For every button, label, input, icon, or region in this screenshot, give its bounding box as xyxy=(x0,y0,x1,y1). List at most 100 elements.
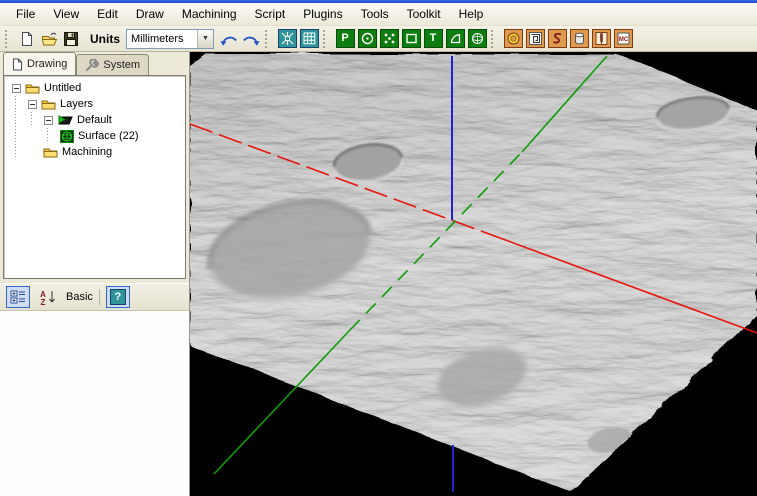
polyline-icon: P xyxy=(336,29,355,48)
main-toolbar: Units Millimeters ▼ xyxy=(0,26,757,52)
folder-icon xyxy=(25,82,40,94)
open-file-icon xyxy=(41,31,58,47)
rectangle-icon xyxy=(402,29,421,48)
properties-panel xyxy=(0,311,189,496)
cylinder-toolpath-button[interactable] xyxy=(568,28,590,50)
menu-view[interactable]: View xyxy=(44,4,88,24)
draw-arc-button[interactable] xyxy=(444,28,466,50)
main-area: Drawing System xyxy=(0,52,757,496)
tree-item-label: Untitled xyxy=(44,82,81,94)
mc-code-icon: MC xyxy=(614,29,633,48)
save-button[interactable] xyxy=(60,28,82,50)
units-label: Units xyxy=(90,32,120,46)
wrench-icon xyxy=(85,59,99,72)
collapse-icon[interactable] xyxy=(12,84,21,93)
menu-draw[interactable]: Draw xyxy=(127,4,173,24)
help-button[interactable]: ? xyxy=(106,286,130,308)
sort-alphabetical-button[interactable]: A Z xyxy=(36,286,60,308)
tab-system-label: System xyxy=(103,59,140,71)
surface-icon xyxy=(60,130,74,143)
sort-az-icon: A Z xyxy=(39,289,57,306)
menubar: File View Edit Draw Machining Script Plu… xyxy=(0,3,757,26)
circle-icon xyxy=(358,29,377,48)
toolbar-grip[interactable] xyxy=(323,30,330,48)
draw-points-button[interactable] xyxy=(378,28,400,50)
properties-toolbar: A Z Basic ? xyxy=(0,283,189,311)
redo-button[interactable] xyxy=(240,28,262,50)
undo-icon xyxy=(220,32,238,46)
tree-item-surface[interactable]: Surface (22) xyxy=(6,128,185,144)
spiral-pocket-button[interactable] xyxy=(524,28,546,50)
categorized-view-button[interactable] xyxy=(6,286,30,308)
tree-item-label: Layers xyxy=(60,98,93,110)
folder-icon xyxy=(43,146,58,158)
drawing-tree: Untitled Layers Default xyxy=(3,75,186,279)
mc-code-button[interactable]: MC xyxy=(612,28,634,50)
tree-item-default-layer[interactable]: Default xyxy=(6,112,185,128)
collapse-icon[interactable] xyxy=(28,100,37,109)
new-file-icon xyxy=(19,31,35,47)
draw-text-button[interactable]: T xyxy=(422,28,444,50)
arc-icon xyxy=(446,29,465,48)
tree-connector xyxy=(47,128,48,142)
tree-connector xyxy=(15,96,16,158)
tab-drawing[interactable]: Drawing xyxy=(3,52,76,75)
points-icon xyxy=(380,29,399,48)
toolbar-grip[interactable] xyxy=(265,30,272,48)
units-combobox[interactable]: Millimeters ▼ xyxy=(126,29,214,49)
tree-connector xyxy=(31,112,32,126)
redo-icon xyxy=(242,32,260,46)
tree-item-untitled[interactable]: Untitled xyxy=(6,80,185,96)
toolbar-grip[interactable] xyxy=(491,30,498,48)
svg-text:Z: Z xyxy=(41,298,46,306)
snap-point-icon xyxy=(278,29,297,48)
undo-button[interactable] xyxy=(218,28,240,50)
cylinder-toolpath-icon xyxy=(570,29,589,48)
folder-icon xyxy=(41,98,56,110)
grid-icon xyxy=(300,29,319,48)
units-combobox-value: Millimeters xyxy=(127,33,184,45)
draw-surface-button[interactable] xyxy=(466,28,488,50)
grid-button[interactable] xyxy=(298,28,320,50)
menu-tools[interactable]: Tools xyxy=(352,4,398,24)
view-mode-label: Basic xyxy=(66,291,93,303)
mc-code-text: MC xyxy=(618,37,628,43)
tree-item-label: Machining xyxy=(62,146,112,158)
draw-rectangle-button[interactable] xyxy=(400,28,422,50)
draw-polyline-button[interactable]: P xyxy=(334,28,356,50)
contour-icon xyxy=(548,29,567,48)
menu-machining[interactable]: Machining xyxy=(173,4,246,24)
viewport-canvas xyxy=(190,52,757,496)
coin-toolpath-icon xyxy=(504,29,523,48)
menu-plugins[interactable]: Plugins xyxy=(294,4,351,24)
application-window: File View Edit Draw Machining Script Plu… xyxy=(0,0,757,496)
tree-item-machining[interactable]: Machining xyxy=(6,144,185,160)
toolbar-grip[interactable] xyxy=(5,30,12,48)
viewport-3d[interactable] xyxy=(190,52,757,496)
snap-point-button[interactable] xyxy=(276,28,298,50)
menu-toolkit[interactable]: Toolkit xyxy=(398,4,450,24)
page-icon xyxy=(12,58,23,71)
help-icon: ? xyxy=(110,289,126,305)
contour-toolpath-button[interactable] xyxy=(546,28,568,50)
menu-help[interactable]: Help xyxy=(450,4,493,24)
tree-item-layers[interactable]: Layers xyxy=(6,96,185,112)
new-file-button[interactable] xyxy=(16,28,38,50)
menu-script[interactable]: Script xyxy=(246,4,295,24)
menu-file[interactable]: File xyxy=(7,4,44,24)
combo-dropdown-icon[interactable]: ▼ xyxy=(197,30,213,48)
tab-system[interactable]: System xyxy=(76,54,149,75)
draw-circle-button[interactable] xyxy=(356,28,378,50)
open-file-button[interactable] xyxy=(38,28,60,50)
drill-toolpath-icon xyxy=(592,29,611,48)
coin-toolpath-button[interactable] xyxy=(502,28,524,50)
menu-edit[interactable]: Edit xyxy=(88,4,127,24)
separator xyxy=(99,289,100,305)
drill-toolpath-button[interactable] xyxy=(590,28,612,50)
text-icon: T xyxy=(424,29,443,48)
tab-drawing-label: Drawing xyxy=(27,58,67,70)
collapse-icon[interactable] xyxy=(44,116,53,125)
spiral-pocket-icon xyxy=(526,29,545,48)
layer-icon xyxy=(57,114,73,126)
sidebar-tabs: Drawing System xyxy=(0,52,189,75)
